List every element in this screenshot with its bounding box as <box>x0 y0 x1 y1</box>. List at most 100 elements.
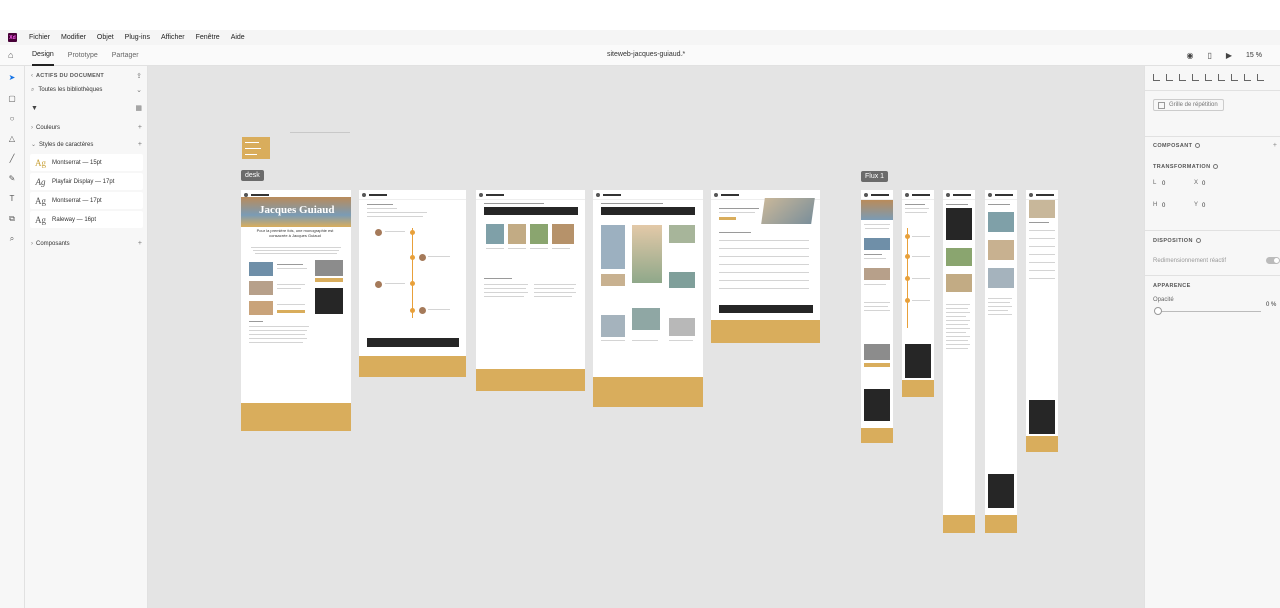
artboard-label-desk[interactable]: desk <box>241 170 264 181</box>
align-icon[interactable] <box>1153 74 1160 81</box>
section-char-styles[interactable]: ⌄ Styles de caractères + <box>31 141 142 148</box>
text-icon[interactable]: T <box>7 194 17 204</box>
height-field[interactable]: 0 <box>1162 203 1165 209</box>
mobile-preview-icon[interactable]: ▯ <box>1207 51 1211 60</box>
char-style-item[interactable]: Ag Playfair Display — 17pt <box>30 173 143 190</box>
char-style-item[interactable]: Ag Montserrat — 15pt <box>30 154 143 171</box>
artboard-swatch[interactable] <box>242 137 270 159</box>
export-icon[interactable]: ⇪ <box>136 72 142 80</box>
artboard-label-flux[interactable]: Flux 1 <box>861 171 889 182</box>
tools-rail: ➤ ▢ ○ △ ╱ ✎ T ⧉ ⌕ <box>0 66 25 608</box>
design-canvas[interactable]: desk Flux 1 Jacques Guiaud Pour la premi… <box>148 66 1144 608</box>
add-icon[interactable]: + <box>138 124 142 131</box>
info-icon[interactable] <box>1195 143 1201 149</box>
add-icon[interactable]: + <box>1273 142 1277 149</box>
zoom-icon[interactable]: ⌕ <box>7 234 17 244</box>
hero-image: Jacques Guiaud <box>241 197 351 227</box>
properties-panel: Grille de répétition COMPOSANT + TRANSFO… <box>1144 66 1280 608</box>
width-field[interactable]: 0 <box>1162 181 1165 187</box>
grid-view-icon[interactable]: ▦ <box>135 104 142 112</box>
artboard-paintings[interactable] <box>593 190 703 407</box>
chevron-down-icon[interactable]: ⌄ <box>679 51 684 58</box>
section-components-label: Composants <box>36 240 70 247</box>
repeat-grid-button[interactable]: Grille de répétition <box>1153 99 1224 111</box>
opacity-slider-thumb[interactable] <box>1154 307 1162 315</box>
menu-afficher[interactable]: Afficher <box>161 34 185 41</box>
app-logo-icon[interactable]: Xd <box>8 33 17 42</box>
hero-subtitle: Pour la première fois, une monographie e… <box>256 228 334 238</box>
menu-aide[interactable]: Aide <box>231 34 245 41</box>
align-icon[interactable] <box>1192 74 1199 81</box>
artboard-icon[interactable]: ⧉ <box>7 214 17 224</box>
char-style-item[interactable]: Ag Raleway — 16pt <box>30 211 143 228</box>
align-icon[interactable] <box>1231 74 1238 81</box>
artboard-mobile-gallery[interactable] <box>943 190 975 533</box>
menu-modifier[interactable]: Modifier <box>61 34 86 41</box>
library-filter-label: Toutes les bibliothèques <box>38 87 103 93</box>
artboard-mobile-home[interactable] <box>861 190 893 443</box>
filter-icon[interactable]: ▼ <box>31 105 38 112</box>
user-icon[interactable]: ◉ <box>1186 51 1193 60</box>
y-field[interactable]: 0 <box>1202 203 1205 209</box>
char-style-label: Raleway — 16pt <box>52 216 97 223</box>
menu-fichier[interactable]: Fichier <box>29 34 50 41</box>
library-filter[interactable]: ⌕ Toutes les bibliothèques ⌄ <box>31 86 142 95</box>
char-style-label: Montserrat — 15pt <box>52 159 102 166</box>
section-colors[interactable]: › Couleurs + <box>31 124 142 131</box>
menu-plugins[interactable]: Plug-ins <box>125 34 150 41</box>
char-style-sample: Ag <box>35 157 46 168</box>
align-icon[interactable] <box>1179 74 1186 81</box>
responsive-resize-toggle[interactable] <box>1266 257 1280 264</box>
section-components[interactable]: › Composants + <box>31 240 142 247</box>
rectangle-icon[interactable]: ▢ <box>7 94 17 104</box>
tab-design[interactable]: Design <box>32 45 54 66</box>
align-icon[interactable] <box>1166 74 1173 81</box>
artboard-gallery[interactable] <box>476 190 585 391</box>
artboard-mobile-paintings[interactable] <box>985 190 1017 533</box>
select-icon[interactable]: ➤ <box>7 73 17 83</box>
asset-view-controls: ▼ ▦ <box>31 104 142 113</box>
chevron-left-icon[interactable]: ‹ <box>31 73 33 79</box>
document-title[interactable]: siteweb-jacques-guiaud * <box>607 51 685 58</box>
menu-fenetre[interactable]: Fenêtre <box>196 34 220 41</box>
responsive-resize-label: Redimensionnement réactif <box>1153 258 1227 264</box>
mode-toolbar: ⌂ Design Prototype Partager siteweb-jacq… <box>0 45 1280 66</box>
y-label: Y <box>1194 202 1199 208</box>
pen-icon[interactable]: ✎ <box>7 174 17 184</box>
add-icon[interactable]: + <box>138 141 142 148</box>
tab-prototype[interactable]: Prototype <box>68 45 98 66</box>
align-icon[interactable] <box>1244 74 1251 81</box>
char-style-item[interactable]: Ag Montserrat — 17pt <box>30 192 143 209</box>
char-style-sample: Ag <box>35 195 46 206</box>
chevron-right-icon: › <box>31 240 33 247</box>
align-icon[interactable] <box>1205 74 1212 81</box>
tab-partager[interactable]: Partager <box>112 45 139 66</box>
menu-objet[interactable]: Objet <box>97 34 114 41</box>
play-icon[interactable]: ▶ <box>1226 51 1232 60</box>
width-label: L <box>1153 180 1157 186</box>
home-icon[interactable]: ⌂ <box>8 50 18 60</box>
appearance-section-label: APPARENCE <box>1153 283 1191 289</box>
height-label: H <box>1153 202 1158 208</box>
info-icon[interactable] <box>1195 238 1201 244</box>
artboard-mobile-book[interactable] <box>1026 190 1058 452</box>
add-icon[interactable]: + <box>138 240 142 247</box>
guide-line <box>290 132 350 133</box>
align-icon[interactable] <box>1218 74 1225 81</box>
char-style-label: Playfair Display — 17pt <box>52 178 115 185</box>
artboard-mobile-timeline[interactable] <box>902 190 934 397</box>
window-top-area <box>0 0 1280 30</box>
ellipse-icon[interactable]: ○ <box>7 114 17 124</box>
info-icon[interactable] <box>1213 164 1219 170</box>
triangle-icon[interactable]: △ <box>7 134 17 144</box>
x-field[interactable]: 0 <box>1202 181 1205 187</box>
align-controls[interactable] <box>1153 74 1264 81</box>
zoom-level[interactable]: 15 % <box>1246 52 1262 59</box>
artboard-home[interactable]: Jacques Guiaud Pour la première fois, un… <box>241 190 351 431</box>
opacity-slider-track[interactable] <box>1157 311 1261 312</box>
artboard-timeline[interactable] <box>359 190 466 377</box>
opacity-value[interactable]: 0 % <box>1266 302 1276 308</box>
artboard-book[interactable] <box>711 190 820 343</box>
align-icon[interactable] <box>1257 74 1264 81</box>
line-icon[interactable]: ╱ <box>7 154 17 164</box>
